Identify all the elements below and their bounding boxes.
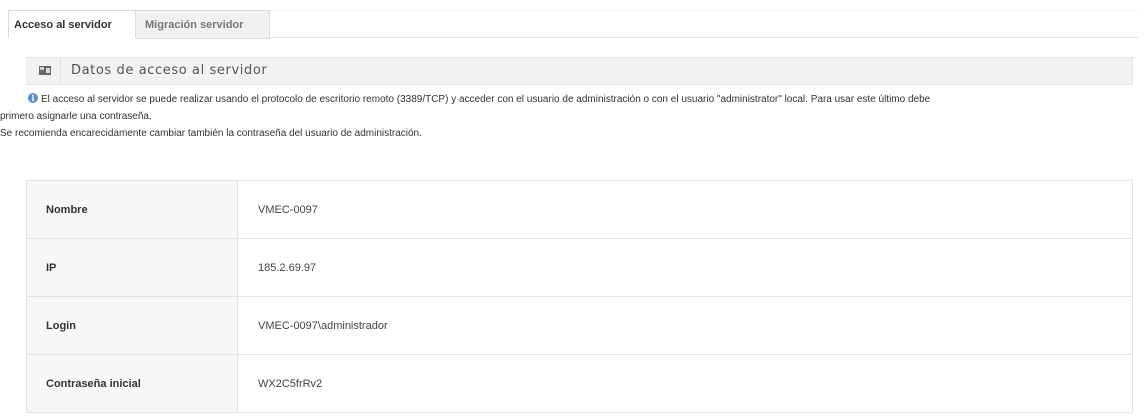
row-label-login: Login <box>26 296 238 355</box>
row-label-nombre: Nombre <box>26 180 238 239</box>
table-row: Nombre VMEC-0097 <box>26 180 1133 239</box>
row-value-nombre: VMEC-0097 <box>237 180 1133 239</box>
table-row: Login VMEC-0097\administrador <box>26 296 1133 355</box>
access-details-table: Nombre VMEC-0097 IP 185.2.69.97 Login VM… <box>26 180 1133 413</box>
tab-acceso-servidor[interactable]: Acceso al servidor <box>8 10 136 39</box>
info-text-1: El acceso al servidor se puede realizar … <box>41 94 931 105</box>
info-text-2: primero asignarle una contraseña. <box>0 111 152 122</box>
id-card-icon <box>39 66 51 75</box>
row-label-ip: IP <box>26 238 238 297</box>
section-header: Datos de acceso al servidor <box>26 57 1133 85</box>
section-title: Datos de acceso al servidor <box>71 63 268 78</box>
row-value-login: VMEC-0097\administrador <box>237 296 1133 355</box>
info-text-3: Se recomienda encarecidamente cambiar ta… <box>0 128 422 139</box>
row-value-contrasena: WX2C5frRv2 <box>237 354 1133 413</box>
tab-migracion-servidor[interactable]: Migración servidor <box>136 10 270 39</box>
tab-bar: Acceso al servidor Migración servidor <box>8 10 1138 39</box>
row-label-contrasena: Contraseña inicial <box>26 354 238 413</box>
row-value-ip: 185.2.69.97 <box>237 238 1133 297</box>
table-row: IP 185.2.69.97 <box>26 238 1133 297</box>
info-line-1: i El acceso al servidor se puede realiza… <box>0 91 1146 108</box>
info-message: i El acceso al servidor se puede realiza… <box>0 91 1146 142</box>
info-icon: i <box>28 93 38 103</box>
header-divider <box>60 58 61 84</box>
table-row: Contraseña inicial WX2C5frRv2 <box>26 354 1133 413</box>
